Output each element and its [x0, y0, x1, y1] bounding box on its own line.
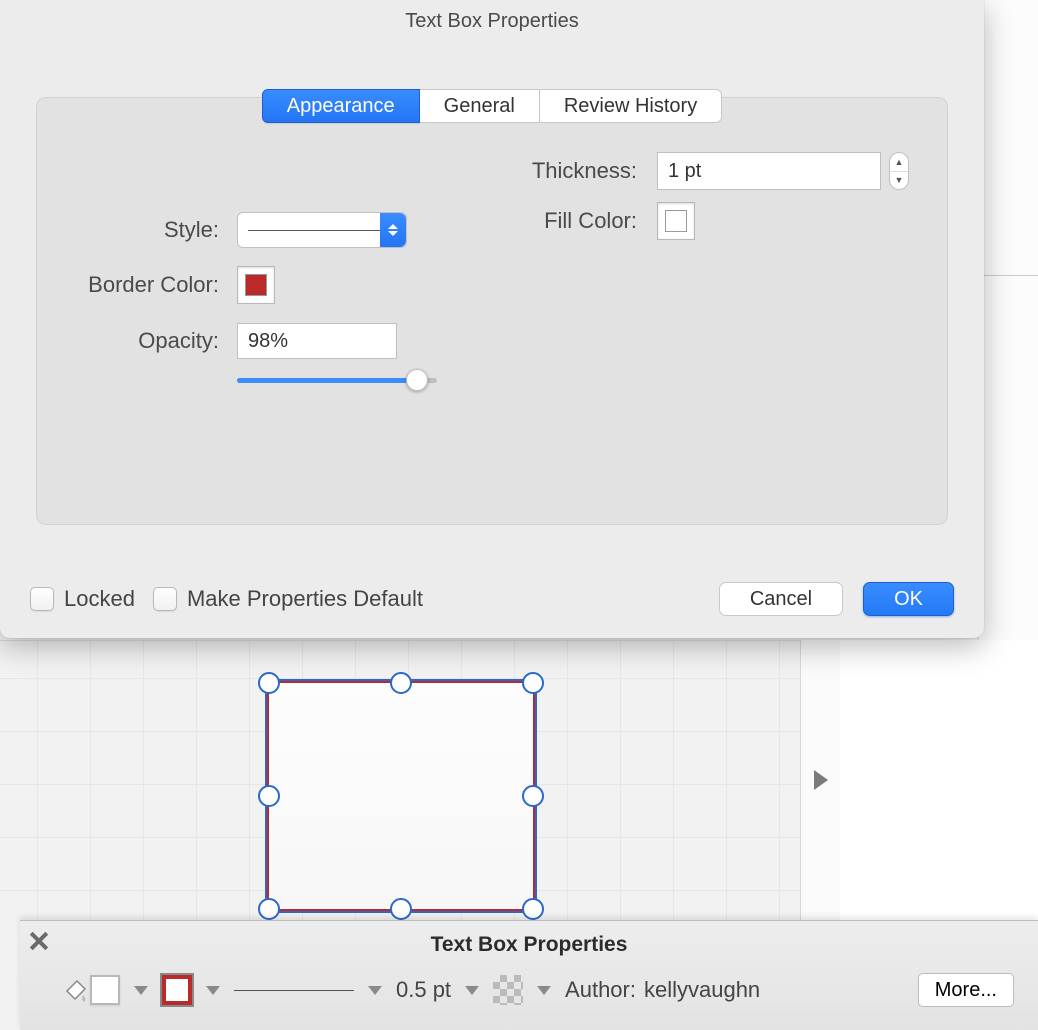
opacity-input[interactable]	[237, 323, 397, 359]
resize-handle-bl[interactable]	[258, 898, 280, 920]
tab-bar: Appearance General Review History	[0, 89, 984, 123]
locked-label: Locked	[64, 586, 135, 612]
tab-review-history[interactable]: Review History	[540, 89, 722, 123]
author-value: kellyvaughn	[644, 977, 760, 1003]
chevron-right-icon	[814, 770, 828, 790]
background-divider	[980, 275, 1038, 276]
border-dropdown-icon[interactable]	[206, 986, 220, 995]
resize-handle-br[interactable]	[522, 898, 544, 920]
locked-checkbox[interactable]	[30, 587, 54, 611]
line-style-quick[interactable]	[234, 990, 354, 991]
opacity-checker-icon[interactable]	[493, 975, 523, 1005]
make-default-label: Make Properties Default	[187, 586, 423, 612]
border-color-label: Border Color:	[37, 272, 219, 298]
stepper-down-icon[interactable]: ▼	[890, 172, 908, 190]
appearance-panel: Thickness: ▲ ▼ Fill Color: Style: Border…	[36, 97, 948, 525]
properties-bar-title: Text Box Properties	[20, 921, 1038, 965]
make-default-checkbox[interactable]	[153, 587, 177, 611]
style-select[interactable]	[237, 212, 407, 248]
cancel-button[interactable]: Cancel	[719, 582, 843, 616]
fill-color-swatch	[665, 210, 687, 232]
dropdown-caret-icon	[380, 213, 406, 247]
resize-handle-tr[interactable]	[522, 672, 544, 694]
more-button[interactable]: More...	[918, 973, 1014, 1007]
thickness-stepper[interactable]: ▲ ▼	[889, 152, 909, 190]
locked-checkbox-group[interactable]: Locked	[30, 586, 135, 612]
tab-appearance[interactable]: Appearance	[262, 89, 420, 123]
tab-general[interactable]: General	[420, 89, 540, 123]
resize-handle-bm[interactable]	[390, 898, 412, 920]
dialog-footer: Locked Make Properties Default Cancel OK	[30, 582, 954, 616]
fill-color-quick[interactable]	[90, 975, 120, 1005]
slider-fill	[237, 378, 417, 383]
stepper-up-icon[interactable]: ▲	[890, 153, 908, 172]
fill-color-well[interactable]	[657, 202, 695, 240]
resize-handle-mr[interactable]	[522, 785, 544, 807]
opacity-slider[interactable]	[237, 370, 437, 390]
opacity-dropdown-icon[interactable]	[537, 986, 551, 995]
close-icon[interactable]	[26, 927, 54, 955]
resize-handle-ml[interactable]	[258, 785, 280, 807]
slider-thumb[interactable]	[406, 369, 428, 391]
border-color-well[interactable]	[237, 266, 275, 304]
line-style-dropdown-icon[interactable]	[368, 986, 382, 995]
ok-button[interactable]: OK	[863, 582, 954, 616]
scroll-right-button[interactable]	[800, 640, 840, 920]
opacity-label: Opacity:	[37, 328, 219, 354]
fill-color-label: Fill Color:	[467, 208, 637, 234]
canvas-margin	[840, 640, 1038, 920]
resize-handle-tm[interactable]	[390, 672, 412, 694]
fill-dropdown-icon[interactable]	[134, 986, 148, 995]
line-style-preview	[248, 230, 396, 231]
resize-handle-tl[interactable]	[258, 672, 280, 694]
make-default-checkbox-group[interactable]: Make Properties Default	[153, 586, 423, 612]
dialog-title: Text Box Properties	[0, 0, 984, 47]
thickness-label: Thickness:	[467, 158, 637, 184]
thickness-input[interactable]	[657, 152, 881, 190]
properties-bar: Text Box Properties 0.5 pt Author: kelly…	[20, 920, 1038, 1030]
textbox-selection[interactable]	[266, 680, 536, 912]
border-color-swatch	[245, 274, 267, 296]
background-panel	[978, 0, 1038, 640]
thickness-value[interactable]: 0.5 pt	[396, 977, 451, 1003]
border-color-quick[interactable]	[162, 975, 192, 1005]
properties-dialog: Text Box Properties Appearance General R…	[0, 0, 984, 638]
author-label: Author:	[565, 977, 636, 1003]
thickness-dropdown-icon[interactable]	[465, 986, 479, 995]
style-label: Style:	[37, 217, 219, 243]
